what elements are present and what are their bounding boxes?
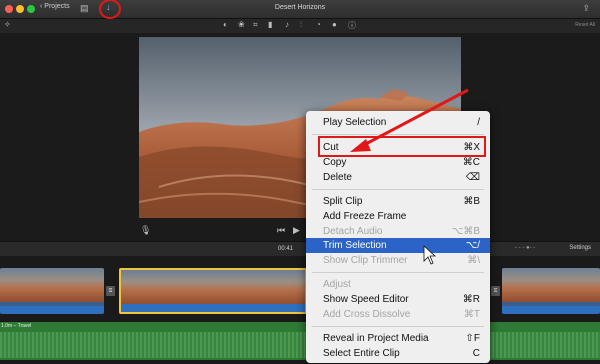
- annotation-arrowhead: [350, 139, 371, 152]
- mouse-cursor-icon: [423, 245, 437, 265]
- annotation-arrow: [361, 88, 469, 148]
- annotation-arrow-overlay: [350, 88, 469, 265]
